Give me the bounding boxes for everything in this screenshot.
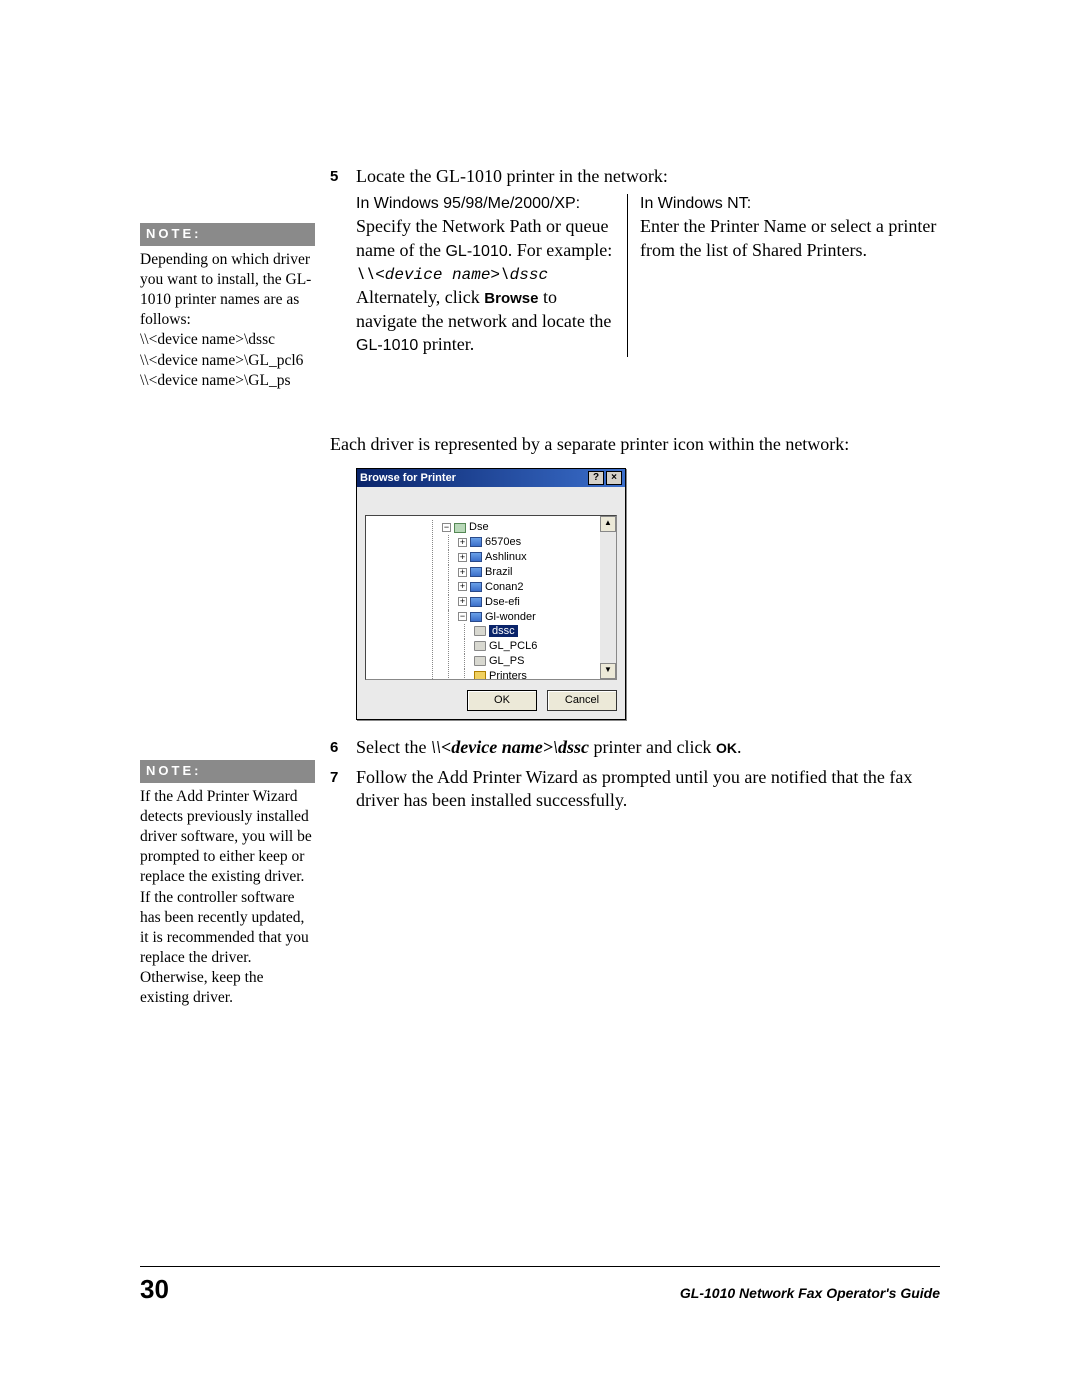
platform-table: In Windows 95/98/Me/2000/XP: Specify the…: [356, 194, 940, 356]
dialog-screenshot: Browse for Printer ? × − Dse +6570es + Ash…: [356, 468, 940, 720]
step-5: 5 Locate the GL-1010 printer in the netw…: [330, 165, 940, 367]
computer-icon: [470, 582, 482, 592]
step-7: 7 Follow the Add Printer Wizard as promp…: [330, 766, 940, 813]
printer-tree[interactable]: − Dse +6570es + Ashlinux + Brazil + Conan2 +…: [365, 515, 617, 680]
tree-node-selected[interactable]: dssc: [489, 625, 518, 637]
printer-icon: [474, 656, 486, 666]
tree-node[interactable]: 6570es: [485, 536, 521, 548]
dialog-title: Browse for Printer: [360, 471, 456, 485]
folder-icon: [474, 671, 486, 680]
page-number: 30: [140, 1273, 169, 1307]
cancel-button[interactable]: Cancel: [547, 690, 617, 711]
printer-icon: [474, 626, 486, 636]
col-a-heading: In Windows 95/98/Me/2000/XP:: [356, 194, 615, 215]
step-number: 5: [330, 165, 356, 367]
expand-icon[interactable]: +: [458, 568, 467, 577]
tree-node[interactable]: Conan2: [485, 581, 524, 593]
step-number: 7: [330, 766, 356, 813]
note-body: Depending on which driver you want to in…: [140, 246, 315, 391]
computer-icon: [470, 552, 482, 562]
vertical-scrollbar[interactable]: ▲ ▼: [600, 516, 616, 679]
expand-icon[interactable]: +: [458, 553, 467, 562]
collapse-icon[interactable]: −: [442, 523, 451, 532]
col-a-code: \\<device name>\dssc: [356, 262, 615, 286]
col-a-p2: Alternately, click Browse to navigate th…: [356, 286, 615, 357]
printer-icon: [474, 641, 486, 651]
title-bar: Browse for Printer ? ×: [357, 469, 625, 487]
tree-node[interactable]: Dse-efi: [485, 596, 520, 608]
note-1-intro: Depending on which driver you want to in…: [140, 250, 315, 331]
step-6: 6 Select the \\<device name>\dssc printe…: [330, 736, 940, 759]
dialog-button-row: OK Cancel: [365, 680, 617, 711]
col-b-heading: In Windows NT:: [640, 194, 940, 215]
help-button[interactable]: ?: [588, 471, 604, 485]
note-1-line-3: \\<device name>\GL_ps: [140, 371, 315, 391]
tree-node[interactable]: Brazil: [485, 566, 513, 578]
note-header: NOTE:: [140, 223, 315, 246]
footer-title: GL-1010 Network Fax Operator's Guide: [680, 1284, 940, 1302]
note-header: NOTE:: [140, 760, 315, 783]
step-number: 6: [330, 736, 356, 759]
close-button[interactable]: ×: [606, 471, 622, 485]
page-footer: 30 GL-1010 Network Fax Operator's Guide: [140, 1266, 940, 1307]
computer-icon: [470, 597, 482, 607]
col-winnt: In Windows NT: Enter the Printer Name or…: [628, 194, 940, 356]
scroll-down-button[interactable]: ▼: [600, 663, 616, 679]
note-body: If the Add Printer Wizard detects previo…: [140, 783, 315, 1009]
scroll-track[interactable]: [600, 532, 616, 663]
note-2: NOTE: If the Add Printer Wizard detects …: [140, 760, 315, 1008]
computer-icon: [470, 567, 482, 577]
expand-icon[interactable]: +: [458, 582, 467, 591]
dialog-body: − Dse +6570es + Ashlinux + Brazil + Conan2 +…: [357, 487, 625, 719]
expand-icon[interactable]: +: [458, 538, 467, 547]
expand-icon[interactable]: +: [458, 597, 467, 606]
tree-node[interactable]: Gl-wonder: [485, 611, 536, 623]
intro-paragraph: Each driver is represented by a separate…: [330, 433, 940, 456]
step-7-text: Follow the Add Printer Wizard as prompte…: [356, 766, 940, 813]
tree-node[interactable]: GL_PCL6: [489, 640, 537, 652]
browse-printer-dialog: Browse for Printer ? × − Dse +6570es + Ash…: [356, 468, 626, 720]
step-5-body: Locate the GL-1010 printer in the networ…: [356, 165, 940, 367]
computer-icon: [470, 612, 482, 622]
network-icon: [454, 523, 466, 533]
step-6-body: Select the \\<device name>\dssc printer …: [356, 736, 940, 759]
main-content: 5 Locate the GL-1010 printer in the netw…: [330, 165, 940, 819]
tree-node[interactable]: Ashlinux: [485, 551, 527, 563]
tree-node[interactable]: GL_PS: [489, 655, 524, 667]
ok-button[interactable]: OK: [467, 690, 537, 711]
col-win9x: In Windows 95/98/Me/2000/XP: Specify the…: [356, 194, 628, 356]
computer-icon: [470, 537, 482, 547]
step-5-text: Locate the GL-1010 printer in the networ…: [356, 166, 668, 186]
tree-node[interactable]: Printers: [489, 670, 527, 681]
note-1-line-2: \\<device name>\GL_pcl6: [140, 351, 315, 371]
col-a-p1: Specify the Network Path or queue name o…: [356, 215, 615, 262]
note-1-line-1: \\<device name>\dssc: [140, 330, 315, 350]
tree-root[interactable]: Dse: [469, 521, 489, 533]
col-b-p1: Enter the Printer Name or select a print…: [640, 215, 940, 262]
collapse-icon[interactable]: −: [458, 612, 467, 621]
note-1: NOTE: Depending on which driver you want…: [140, 223, 315, 391]
scroll-up-button[interactable]: ▲: [600, 516, 616, 532]
